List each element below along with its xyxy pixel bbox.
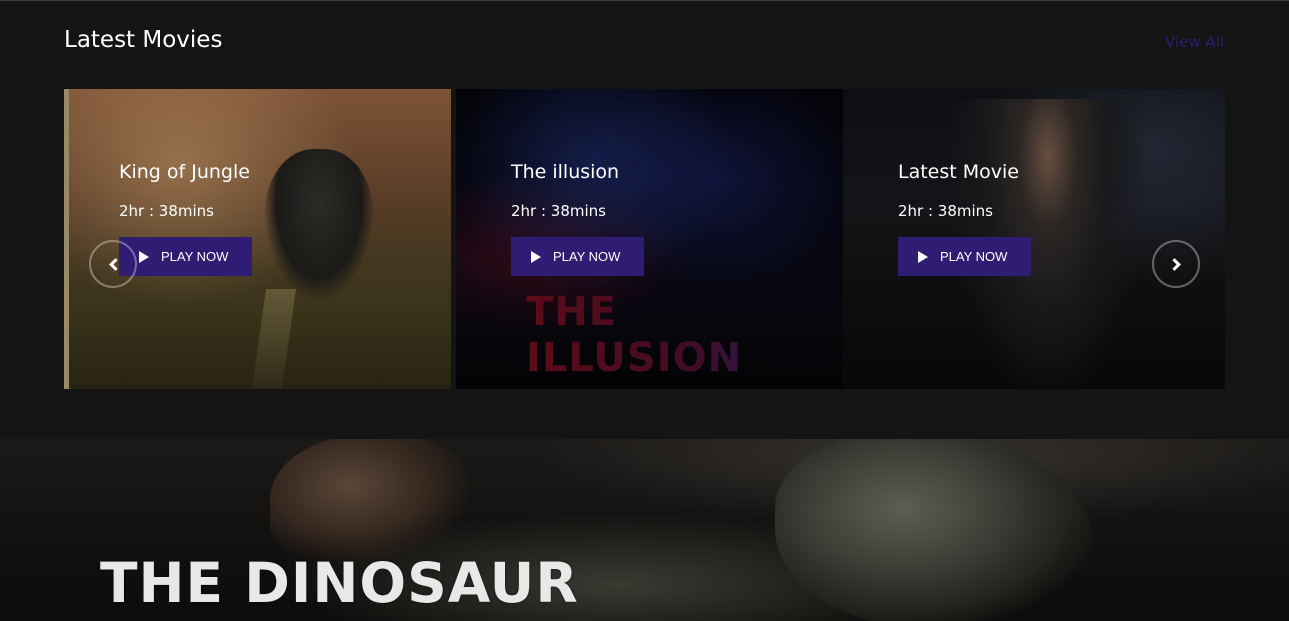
chevron-right-icon [1167, 257, 1181, 271]
movie-duration: 2hr : 38mins [119, 202, 214, 220]
movie-title: The illusion [511, 161, 620, 183]
movie-card[interactable]: THE ILLUSION The illusion 2hr : 38mins P… [456, 89, 843, 389]
movie-card[interactable]: King of Jungle 2hr : 38mins PLAY NOW [64, 89, 451, 389]
movie-duration: 2hr : 38mins [898, 202, 993, 220]
card-content: Latest Movie 2hr : 38mins PLAY NOW [898, 161, 1031, 276]
featured-banner: THE DINOSAUR [0, 439, 1289, 621]
banner-title: THE DINOSAUR [100, 551, 579, 615]
card-content: The illusion 2hr : 38mins PLAY NOW [511, 161, 644, 276]
carousel-next-button[interactable] [1152, 240, 1200, 288]
play-now-label: PLAY NOW [161, 249, 229, 264]
play-icon [918, 250, 928, 263]
play-icon [139, 250, 149, 263]
play-now-button[interactable]: PLAY NOW [511, 237, 644, 276]
card-content: King of Jungle 2hr : 38mins PLAY NOW [119, 161, 252, 276]
play-now-button[interactable]: PLAY NOW [898, 237, 1031, 276]
play-now-button[interactable]: PLAY NOW [119, 237, 252, 276]
carousel-prev-button[interactable] [89, 240, 137, 288]
dinosaur-figure [775, 439, 1095, 621]
play-now-label: PLAY NOW [553, 249, 621, 264]
latest-movies-section: Latest Movies View All King of Jungle 2h… [0, 1, 1289, 439]
movie-title: King of Jungle [119, 161, 250, 183]
movie-carousel: King of Jungle 2hr : 38mins PLAY NOW THE… [64, 89, 1225, 389]
movie-card[interactable]: Latest Movie 2hr : 38mins PLAY NOW [843, 89, 1225, 389]
play-icon [531, 250, 541, 263]
pterodactyl-figure [270, 439, 470, 564]
play-now-label: PLAY NOW [940, 249, 1008, 264]
chevron-left-icon [108, 257, 122, 271]
movie-title: Latest Movie [898, 161, 1019, 183]
view-all-link[interactable]: View All [1165, 33, 1224, 51]
movie-duration: 2hr : 38mins [511, 202, 606, 220]
section-title: Latest Movies [64, 27, 223, 53]
